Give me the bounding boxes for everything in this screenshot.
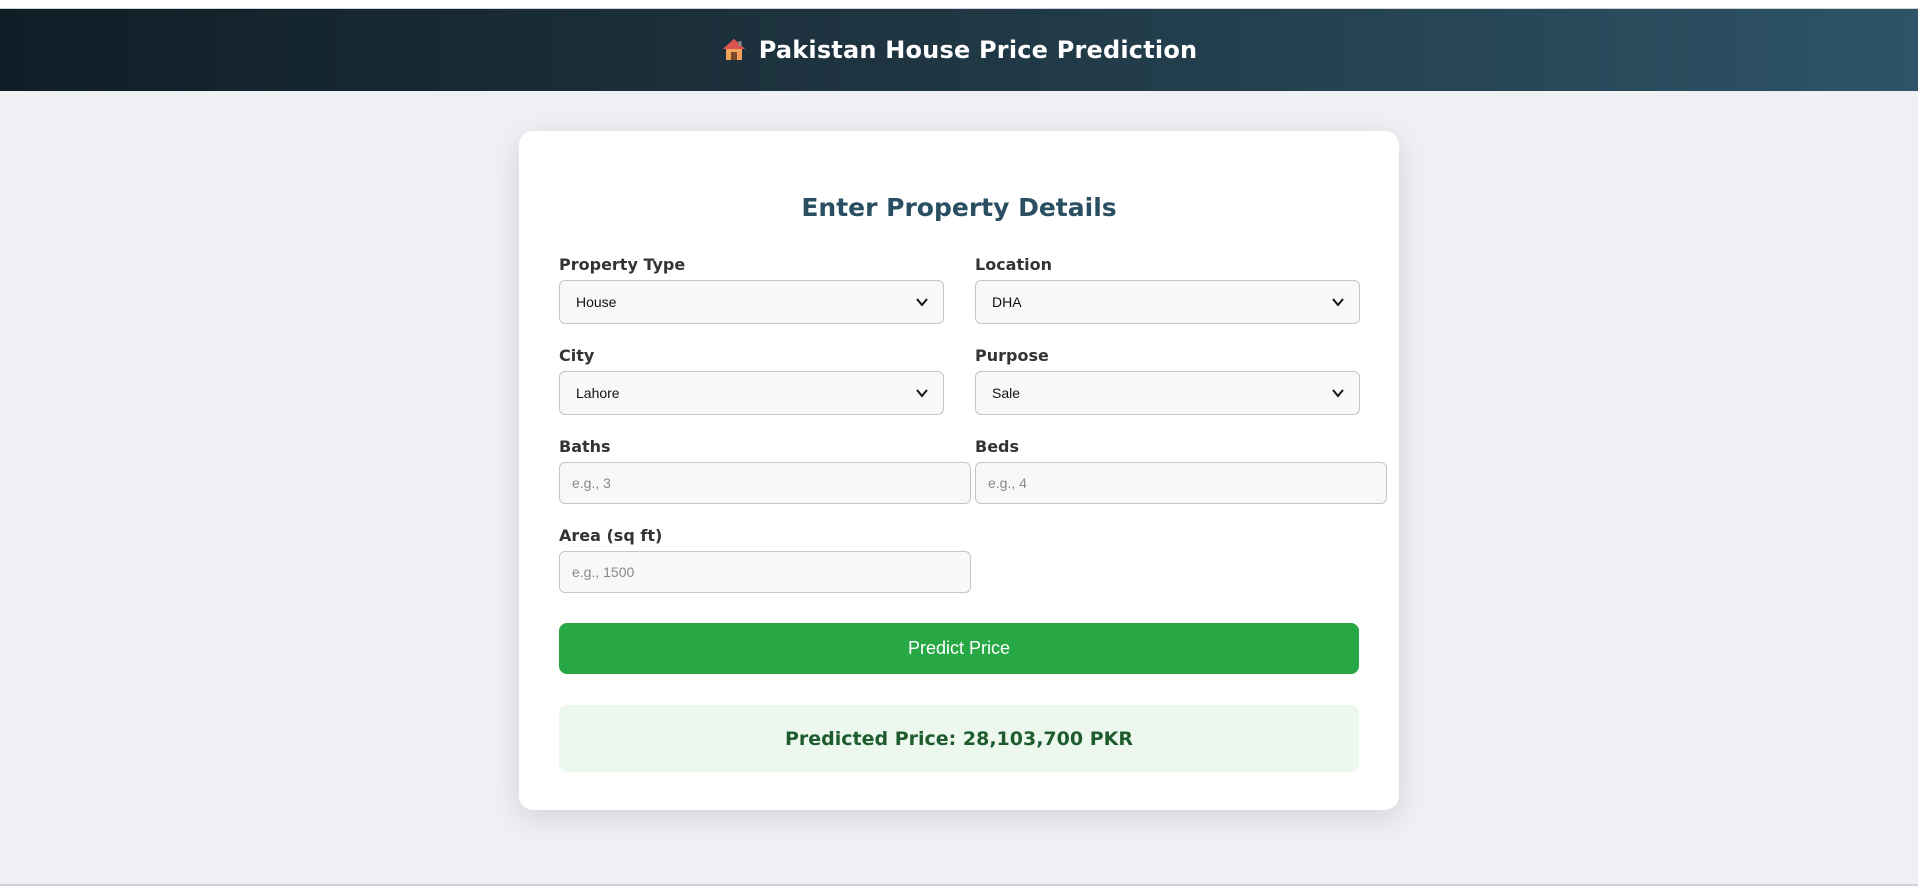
purpose-value: Sale — [992, 385, 1021, 401]
property-type-label: Property Type — [559, 255, 686, 274]
property-type-select[interactable]: House — [559, 280, 944, 324]
chevron-down-icon — [916, 298, 928, 307]
house-icon — [721, 37, 747, 63]
location-value: DHA — [992, 294, 1022, 310]
app-header: Pakistan House Price Prediction — [0, 9, 1918, 91]
predicted-price-text: Predicted Price: 28,103,700 PKR — [784, 727, 1133, 750]
prediction-result-box: Predicted Price: 28,103,700 PKR — [559, 705, 1359, 772]
chevron-down-icon — [916, 389, 928, 398]
predict-price-button[interactable]: Predict Price — [559, 623, 1359, 674]
baths-input[interactable] — [559, 462, 971, 504]
beds-label: Beds — [975, 437, 1020, 456]
city-select[interactable]: Lahore — [559, 371, 944, 415]
area-input[interactable] — [559, 551, 971, 593]
browser-top-edge — [0, 0, 1918, 9]
area-label: Area (sq ft) — [559, 526, 663, 545]
property-type-value: House — [576, 294, 617, 310]
baths-label: Baths — [559, 437, 611, 456]
purpose-label: Purpose — [975, 346, 1049, 365]
chevron-down-icon — [1332, 389, 1344, 398]
city-value: Lahore — [576, 385, 620, 401]
form-title: Enter Property Details — [801, 193, 1117, 222]
purpose-select[interactable]: Sale — [975, 371, 1360, 415]
property-form-card: Enter Property Details Property Type Hou… — [519, 131, 1399, 810]
app-title-text: Pakistan House Price Prediction — [758, 36, 1198, 64]
city-label: City — [559, 346, 595, 365]
chevron-down-icon — [1332, 298, 1344, 307]
location-label: Location — [975, 255, 1052, 274]
beds-input[interactable] — [975, 462, 1387, 504]
location-select[interactable]: DHA — [975, 280, 1360, 324]
app-title: Pakistan House Price Prediction — [721, 36, 1198, 64]
